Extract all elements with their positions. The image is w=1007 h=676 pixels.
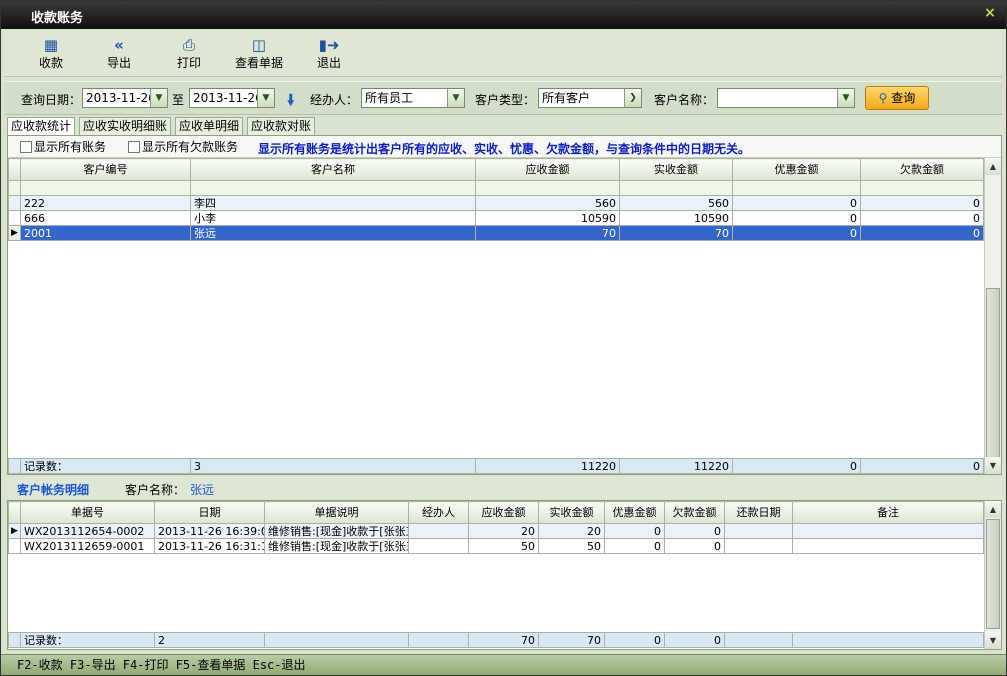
export-button[interactable]: « 导出 bbox=[87, 35, 151, 75]
tab-strip: 应收款统计 应收实收明细账 应收单明细 应收款对账 bbox=[5, 117, 1002, 135]
record-count: 2 bbox=[154, 632, 265, 648]
table-header: 单据号 日期 单据说明 经办人 应收金额 实收金额 优惠金额 欠款金额 还款日期… bbox=[8, 501, 984, 524]
summary-footer: 记录数： 3 11220 11220 0 0 bbox=[8, 458, 984, 474]
column-header[interactable]: 经办人 bbox=[408, 501, 469, 524]
detail-panel: 单据号 日期 单据说明 经办人 应收金额 实收金额 优惠金额 欠款金额 还款日期… bbox=[7, 500, 1002, 650]
handler-select[interactable]: 所有员工 ▼ bbox=[361, 88, 465, 108]
date-from-picker[interactable]: 2013-11-26 ▼ bbox=[82, 88, 168, 108]
chevron-down-icon[interactable]: ▼ bbox=[837, 89, 854, 107]
chevron-down-icon[interactable]: ▼ bbox=[447, 89, 464, 107]
summary-table: 客户编号 客户名称 应收金额 实收金额 优惠金额 欠款金额 222 李四 560… bbox=[8, 158, 984, 241]
scroll-up-icon[interactable]: ▲ bbox=[985, 158, 1001, 175]
show-all-debt-checkbox[interactable]: 显示所有欠款账务 bbox=[128, 140, 238, 154]
column-header[interactable]: 实收金额 bbox=[619, 158, 733, 181]
scroll-down-icon[interactable]: ▼ bbox=[985, 632, 1001, 649]
filter-row[interactable] bbox=[8, 180, 984, 196]
chevron-down-icon[interactable]: ▼ bbox=[257, 89, 274, 107]
show-all-accounts-checkbox[interactable]: 显示所有账务 bbox=[20, 140, 106, 154]
detail-scrollbar[interactable]: ▲ ▼ bbox=[984, 501, 1001, 649]
column-header[interactable]: 欠款金额 bbox=[664, 501, 725, 524]
window: 收款账务 × ▦ 收款 « 导出 ⎙ 打印 ◫ 查看单据 ▮➜ 退出 查询日期：… bbox=[0, 0, 1007, 676]
exit-button[interactable]: ▮➜ 退出 bbox=[297, 35, 361, 75]
exit-door-icon: ▮➜ bbox=[318, 36, 340, 54]
detail-table: 单据号 日期 单据说明 经办人 应收金额 实收金额 优惠金额 欠款金额 还款日期… bbox=[8, 501, 984, 554]
table-row[interactable]: 666 小李 10590 10590 0 0 bbox=[8, 210, 984, 226]
summary-scrollbar[interactable]: ▲ ▼ bbox=[984, 158, 1001, 474]
scroll-thumb[interactable] bbox=[986, 519, 1000, 629]
date-label: 查询日期： bbox=[21, 93, 82, 107]
record-count: 3 bbox=[190, 458, 476, 474]
row-pointer-icon: ▶ bbox=[8, 225, 21, 241]
tab-receivable-bill-detail[interactable]: 应收单明细 bbox=[175, 117, 244, 135]
printer-icon: ⎙ bbox=[182, 36, 195, 54]
date-to-picker[interactable]: 2013-11-26 ▼ bbox=[189, 88, 275, 108]
query-button[interactable]: ⚲ 查询 bbox=[865, 86, 929, 110]
column-header[interactable]: 还款日期 bbox=[724, 501, 793, 524]
chevron-right-icon[interactable]: ❯ bbox=[624, 89, 641, 107]
column-header[interactable]: 单据说明 bbox=[264, 501, 409, 524]
detail-footer: 记录数： 2 70 70 0 0 bbox=[8, 632, 984, 648]
column-header[interactable]: 实收金额 bbox=[538, 501, 605, 524]
document-search-icon: ◫ bbox=[251, 36, 267, 54]
status-bar: F2-收款 F3-导出 F4-打印 F5-查看单据 Esc-退出 bbox=[1, 654, 1006, 675]
table-header: 客户编号 客户名称 应收金额 实收金额 优惠金额 欠款金额 bbox=[8, 158, 984, 181]
record-count-label: 记录数： bbox=[20, 632, 155, 648]
toolbar: ▦ 收款 « 导出 ⎙ 打印 ◫ 查看单据 ▮➜ 退出 bbox=[5, 31, 1002, 77]
options-row: 显示所有账务 显示所有欠款账务 显示所有账务是统计出客户所有的应收、实收、忧惠、… bbox=[8, 136, 1001, 158]
scroll-down-icon[interactable]: ▼ bbox=[985, 457, 1001, 474]
scroll-thumb[interactable] bbox=[986, 288, 1000, 458]
double-chevron-left-icon: « bbox=[114, 36, 124, 54]
table-row[interactable]: ▶ WX2013112654-0002 2013-11-26 16:39:0 维… bbox=[8, 523, 984, 539]
detail-header: 客户帐务明细 客户名称： 张远 bbox=[7, 477, 1002, 499]
print-button[interactable]: ⎙ 打印 bbox=[157, 35, 221, 75]
customer-type-select[interactable]: 所有客户 ❯ bbox=[538, 88, 642, 108]
column-header[interactable]: 单据号 bbox=[20, 501, 155, 524]
table-row-selected[interactable]: ▶ 2001 张远 70 70 0 0 bbox=[8, 225, 984, 241]
tab-receivable-reconcile[interactable]: 应收款对账 bbox=[247, 117, 316, 135]
customer-name-select[interactable]: ▼ bbox=[717, 88, 855, 108]
chevron-down-icon[interactable]: ▼ bbox=[150, 89, 167, 107]
detail-customer-value: 张远 bbox=[190, 483, 215, 497]
column-header[interactable]: 备注 bbox=[792, 501, 984, 524]
close-icon[interactable]: × bbox=[982, 5, 998, 21]
customer-name-label: 客户名称： bbox=[654, 93, 715, 107]
view-document-button[interactable]: ◫ 查看单据 bbox=[227, 35, 291, 75]
column-header[interactable]: 应收金额 bbox=[468, 501, 539, 524]
column-header[interactable]: 客户编号 bbox=[20, 158, 191, 181]
footer-row: 记录数： 3 11220 11220 0 0 bbox=[8, 458, 984, 474]
summary-panel: 显示所有账务 显示所有欠款账务 显示所有账务是统计出客户所有的应收、实收、忧惠、… bbox=[7, 135, 1002, 475]
magnifier-icon: ⚲ bbox=[878, 91, 888, 105]
table-row[interactable]: 222 李四 560 560 0 0 bbox=[8, 195, 984, 211]
customer-type-label: 客户类型： bbox=[475, 93, 536, 107]
filter-bar: 查询日期： 2013-11-26 ▼ 至 2013-11-26 ▼ 🠛 经办人：… bbox=[5, 81, 1002, 115]
title-bar: 收款账务 × bbox=[1, 1, 1006, 29]
column-header[interactable]: 欠款金额 bbox=[860, 158, 984, 181]
to-label: 至 bbox=[172, 93, 185, 107]
table-row[interactable]: WX2013112659-0001 2013-11-26 16:31:1 维修销… bbox=[8, 538, 984, 554]
column-header[interactable]: 优惠金额 bbox=[732, 158, 861, 181]
arrow-down-icon[interactable]: 🠛 bbox=[287, 90, 295, 115]
detail-customer-label: 客户名称： bbox=[125, 483, 186, 497]
row-pointer-icon: ▶ bbox=[8, 523, 21, 539]
calculator-icon: ▦ bbox=[43, 36, 59, 54]
detail-section-title: 客户帐务明细 bbox=[17, 483, 90, 497]
scroll-up-icon[interactable]: ▲ bbox=[985, 501, 1001, 518]
tab-receivable-detail-ledger[interactable]: 应收实收明细账 bbox=[79, 117, 172, 135]
window-title: 收款账务 bbox=[31, 11, 84, 26]
record-count-label: 记录数： bbox=[20, 458, 191, 474]
tab-receivable-stats[interactable]: 应收款统计 bbox=[7, 117, 76, 135]
footer-row: 记录数： 2 70 70 0 0 bbox=[8, 632, 984, 648]
accounts-note: 显示所有账务是统计出客户所有的应收、实收、忧惠、欠款金额，与查询条件中的日期无关… bbox=[258, 142, 751, 156]
column-header[interactable]: 优惠金额 bbox=[604, 501, 665, 524]
column-header[interactable]: 应收金额 bbox=[475, 158, 620, 181]
receive-button[interactable]: ▦ 收款 bbox=[19, 35, 83, 75]
handler-label: 经办人： bbox=[310, 93, 359, 107]
column-header[interactable]: 客户名称 bbox=[190, 158, 476, 181]
column-header[interactable]: 日期 bbox=[154, 501, 265, 524]
